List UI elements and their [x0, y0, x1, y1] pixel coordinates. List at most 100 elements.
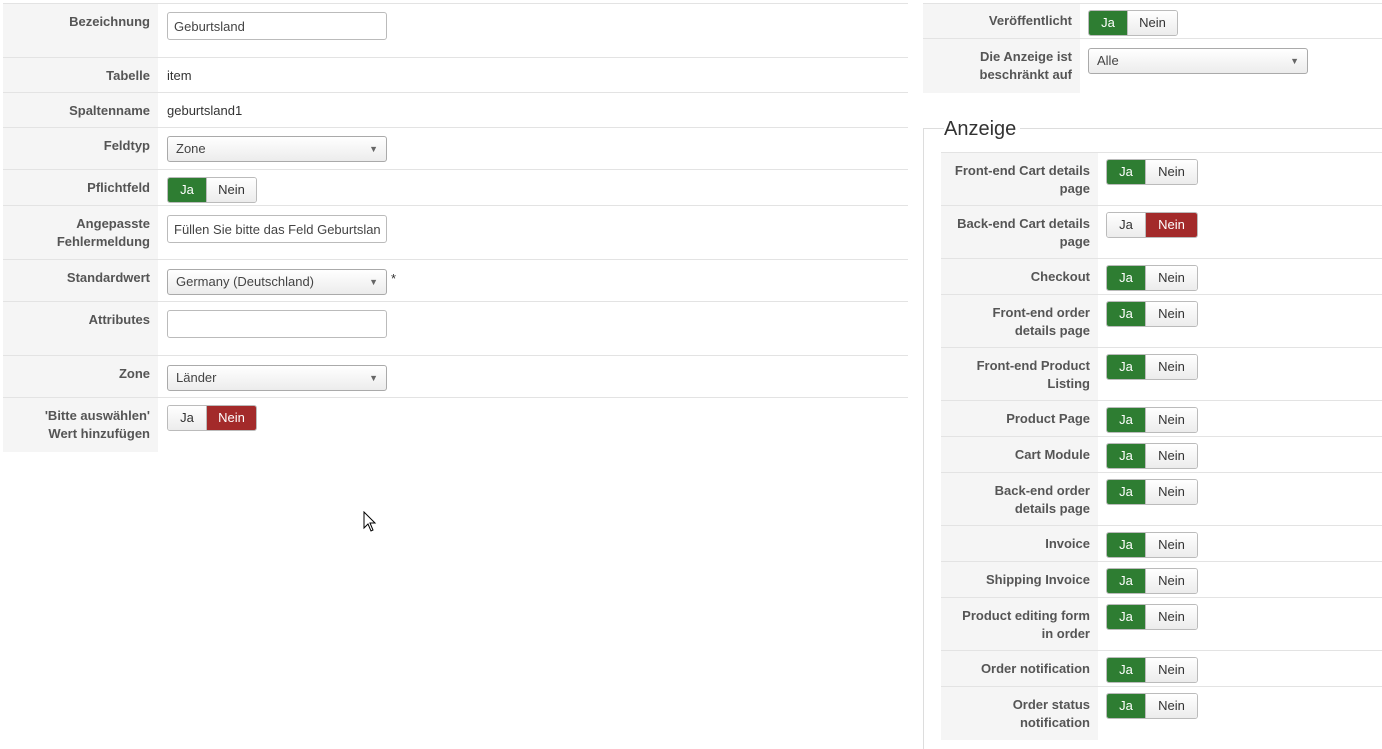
standardwert-select[interactable]: Germany (Deutschland) ▼: [167, 269, 387, 295]
label-bitte-auswaehlen: 'Bitte auswählen' Wert hinzufügen: [3, 398, 158, 452]
zone-selected-value: Länder: [176, 370, 217, 385]
anzeige-row-label-line1: Front-end Product: [976, 358, 1090, 373]
label-spaltenname: Spaltenname: [3, 93, 158, 128]
fehlermeldung-input[interactable]: [167, 215, 387, 243]
anzeige-row: Front-end Product Listing Ja Nein: [941, 347, 1382, 401]
field-edit-form: Bezeichnung Tabelle item Spaltenname geb…: [3, 3, 908, 452]
label-fehlermeldung-line2: Fehlermeldung: [56, 234, 150, 249]
feldtyp-selected-value: Zone: [176, 141, 206, 156]
anzeige-row-yes-button[interactable]: Ja: [1107, 533, 1145, 557]
anzeige-row-label-line1: Product editing form: [962, 608, 1090, 623]
anzeige-row-no-button[interactable]: Nein: [1145, 213, 1197, 237]
label-tabelle: Tabelle: [3, 58, 158, 93]
anzeige-row-no-button[interactable]: Nein: [1145, 605, 1197, 629]
bitte-auswaehlen-yes-button[interactable]: Ja: [168, 406, 206, 430]
anzeige-row: Front-end order details page Ja Nein: [941, 294, 1382, 348]
anzeige-row-yes-button[interactable]: Ja: [1107, 302, 1145, 326]
anzeige-row-no-button[interactable]: Nein: [1145, 160, 1197, 184]
anzeige-row-label-line1: Invoice: [1045, 536, 1090, 551]
anzeige-row-label-line1: Front-end Cart details: [954, 163, 1090, 178]
anzeige-row-yes-button[interactable]: Ja: [1107, 694, 1145, 718]
anzeige-row-yes-button[interactable]: Ja: [1107, 444, 1145, 468]
row-spaltenname: Spaltenname geburtsland1: [3, 92, 908, 128]
anzeige-row: Shipping Invoice Ja Nein: [941, 561, 1382, 598]
anzeige-row-label-line1: Front-end order: [992, 305, 1091, 320]
anzeige-row-yes-button[interactable]: Ja: [1107, 213, 1145, 237]
label-standardwert: Standardwert: [3, 260, 158, 302]
anzeige-row-toggle: Ja Nein: [1106, 407, 1198, 433]
row-pflichtfeld: Pflichtfeld Ja Nein: [3, 169, 908, 206]
anzeige-row-label-line2: details page: [1014, 323, 1090, 338]
anzeige-row-label: Back-end Cart details page: [941, 206, 1098, 259]
pflichtfeld-toggle: Ja Nein: [167, 177, 257, 203]
row-standardwert: Standardwert Germany (Deutschland) ▼ *: [3, 259, 908, 302]
anzeige-row-label-line2: notification: [1019, 715, 1090, 730]
anzeige-row-yes-button[interactable]: Ja: [1107, 160, 1145, 184]
anzeige-row-yes-button[interactable]: Ja: [1107, 569, 1145, 593]
chevron-down-icon: ▼: [369, 277, 378, 287]
anzeige-row: Back-end order details page Ja Nein: [941, 472, 1382, 526]
anzeige-row-no-button[interactable]: Nein: [1145, 302, 1197, 326]
anzeige-row-no-button[interactable]: Nein: [1145, 480, 1197, 504]
tabelle-value: item: [167, 68, 192, 83]
chevron-down-icon: ▼: [1290, 56, 1299, 66]
anzeige-row-no-button[interactable]: Nein: [1145, 444, 1197, 468]
standardwert-selected-value: Germany (Deutschland): [176, 274, 314, 289]
anzeige-row-yes-button[interactable]: Ja: [1107, 658, 1145, 682]
anzeige-row: Cart Module Ja Nein: [941, 436, 1382, 473]
label-anzeige-beschraenkt-line1: Die Anzeige ist: [980, 49, 1072, 64]
anzeige-row-label-line2: details page: [1014, 501, 1090, 516]
anzeige-row-label-line2: in order: [1041, 626, 1090, 641]
anzeige-row-no-button[interactable]: Nein: [1145, 533, 1197, 557]
bitte-auswaehlen-no-button[interactable]: Nein: [206, 406, 256, 430]
row-zone: Zone Länder ▼: [3, 355, 908, 398]
anzeige-row-label-line1: Shipping Invoice: [985, 572, 1090, 587]
anzeige-row-toggle: Ja Nein: [1106, 354, 1198, 380]
anzeige-row-yes-button[interactable]: Ja: [1107, 480, 1145, 504]
anzeige-legend: Anzeige: [944, 116, 1021, 142]
anzeige-row-yes-button[interactable]: Ja: [1107, 605, 1145, 629]
label-bitte-auswaehlen-line2: Wert hinzufügen: [48, 426, 150, 441]
chevron-down-icon: ▼: [369, 373, 378, 383]
anzeige-row-label-line2: page: [1059, 181, 1090, 196]
anzeige-row-label: Checkout: [941, 259, 1098, 295]
anzeige-row-label: Invoice: [941, 526, 1098, 562]
attributes-input[interactable]: [167, 310, 387, 338]
feldtyp-select[interactable]: Zone ▼: [167, 136, 387, 162]
label-bezeichnung: Bezeichnung: [3, 4, 158, 58]
anzeige-row: Checkout Ja Nein: [941, 258, 1382, 295]
row-anzeige-beschraenkt: Die Anzeige ist beschränkt auf Alle ▼: [923, 38, 1382, 93]
anzeige-row-label: Shipping Invoice: [941, 562, 1098, 598]
anzeige-row: Product editing form in order Ja Nein: [941, 597, 1382, 651]
bezeichnung-input[interactable]: [167, 12, 387, 40]
anzeige-row-yes-button[interactable]: Ja: [1107, 266, 1145, 290]
anzeige-row-no-button[interactable]: Nein: [1145, 266, 1197, 290]
anzeige-row-label-line1: Checkout: [1030, 269, 1090, 284]
zone-select[interactable]: Länder ▼: [167, 365, 387, 391]
label-bitte-auswaehlen-line1: 'Bitte auswählen': [44, 408, 150, 423]
anzeige-row: Front-end Cart details page Ja Nein: [941, 152, 1382, 206]
anzeige-row-label: Front-end Cart details page: [941, 153, 1098, 206]
pflichtfeld-yes-button[interactable]: Ja: [168, 178, 206, 202]
bitte-auswaehlen-toggle: Ja Nein: [167, 405, 257, 431]
row-feldtyp: Feldtyp Zone ▼: [3, 127, 908, 170]
anzeige-row-label-line1: Back-end order: [994, 483, 1090, 498]
veroeffentlicht-no-button[interactable]: Nein: [1127, 11, 1177, 35]
veroeffentlicht-yes-button[interactable]: Ja: [1089, 11, 1127, 35]
anzeige-row-no-button[interactable]: Nein: [1145, 355, 1197, 379]
anzeige-row-no-button[interactable]: Nein: [1145, 694, 1197, 718]
anzeige-row-label-line1: Order notification: [980, 661, 1090, 676]
anzeige-row-no-button[interactable]: Nein: [1145, 658, 1197, 682]
anzeige-row-yes-button[interactable]: Ja: [1107, 355, 1145, 379]
anzeige-row-yes-button[interactable]: Ja: [1107, 408, 1145, 432]
anzeige-row-toggle: Ja Nein: [1106, 568, 1198, 594]
anzeige-row-toggle: Ja Nein: [1106, 693, 1198, 719]
anzeige-row-label: Back-end order details page: [941, 473, 1098, 526]
anzeige-row-no-button[interactable]: Nein: [1145, 408, 1197, 432]
anzeige-beschraenkt-select[interactable]: Alle ▼: [1088, 48, 1308, 74]
veroeffentlicht-toggle: Ja Nein: [1088, 10, 1178, 36]
pflichtfeld-no-button[interactable]: Nein: [206, 178, 256, 202]
chevron-down-icon: ▼: [369, 144, 378, 154]
anzeige-row-label: Front-end order details page: [941, 295, 1098, 348]
anzeige-row-no-button[interactable]: Nein: [1145, 569, 1197, 593]
